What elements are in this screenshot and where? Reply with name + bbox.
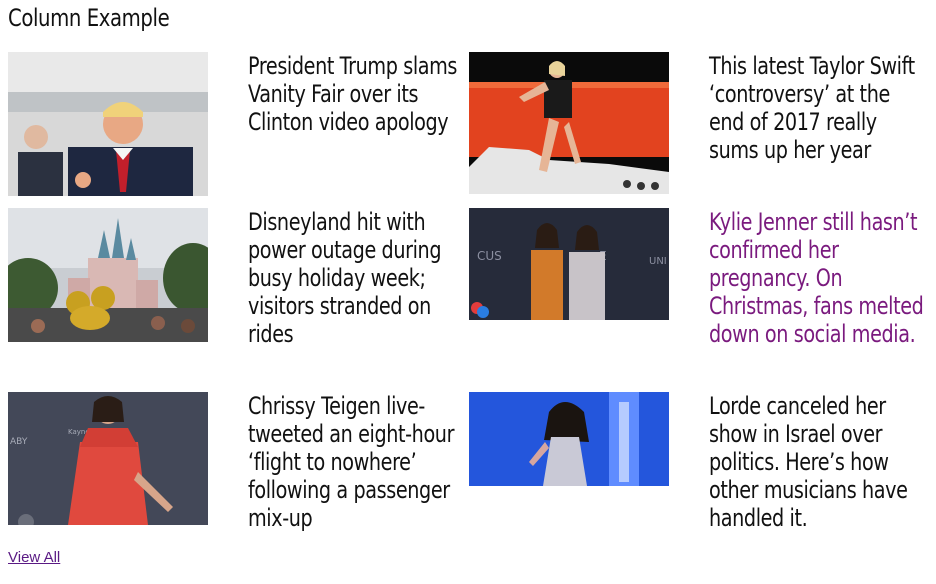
view-all-link[interactable]: View All [8,549,60,566]
svg-text:UNI: UNI [649,256,667,267]
article-thumbnail-taylor-swift[interactable] [469,52,669,194]
svg-text:CUS: CUS [477,249,502,263]
article-thumbnail-trump[interactable] [8,52,208,196]
article-thumbnail-lorde[interactable] [469,392,669,486]
article-headline[interactable]: This latest Taylor Swift ‘controversy’ a… [709,52,925,164]
svg-text:ABY: ABY [10,437,28,447]
page-title: Column Example [8,4,170,32]
article-headline[interactable]: Lorde canceled her show in Israel over p… [709,392,925,532]
article-headline[interactable]: Chrissy Teigen live-tweeted an eight-hou… [248,392,464,532]
article-thumbnail-kylie-jenner[interactable]: CUS E UNI [469,208,669,320]
article-headline[interactable]: President Trump slams Vanity Fair over i… [248,52,464,136]
article-headline[interactable]: Kylie Jenner still hasn’t confirmed her … [709,208,925,348]
article-thumbnail-chrissy-teigen[interactable]: ABY Kayne An [8,392,208,525]
article-headline[interactable]: Disneyland hit with power outage during … [248,208,464,348]
article-thumbnail-disneyland[interactable] [8,208,208,342]
